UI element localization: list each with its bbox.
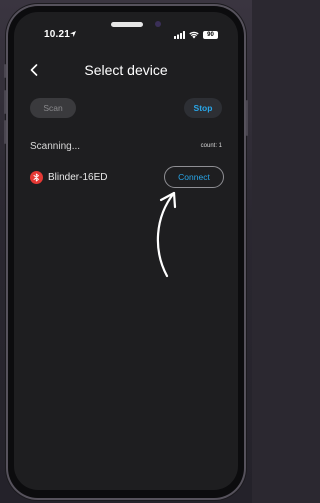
hand-drawn-arrow-icon (156, 191, 177, 278)
action-button (4, 64, 6, 78)
power-button (246, 100, 248, 136)
volume-up-button (4, 90, 6, 114)
app-screen: 10.21 90 Select device Scan Stop Scannin… (14, 12, 238, 490)
volume-down-button (4, 120, 6, 144)
